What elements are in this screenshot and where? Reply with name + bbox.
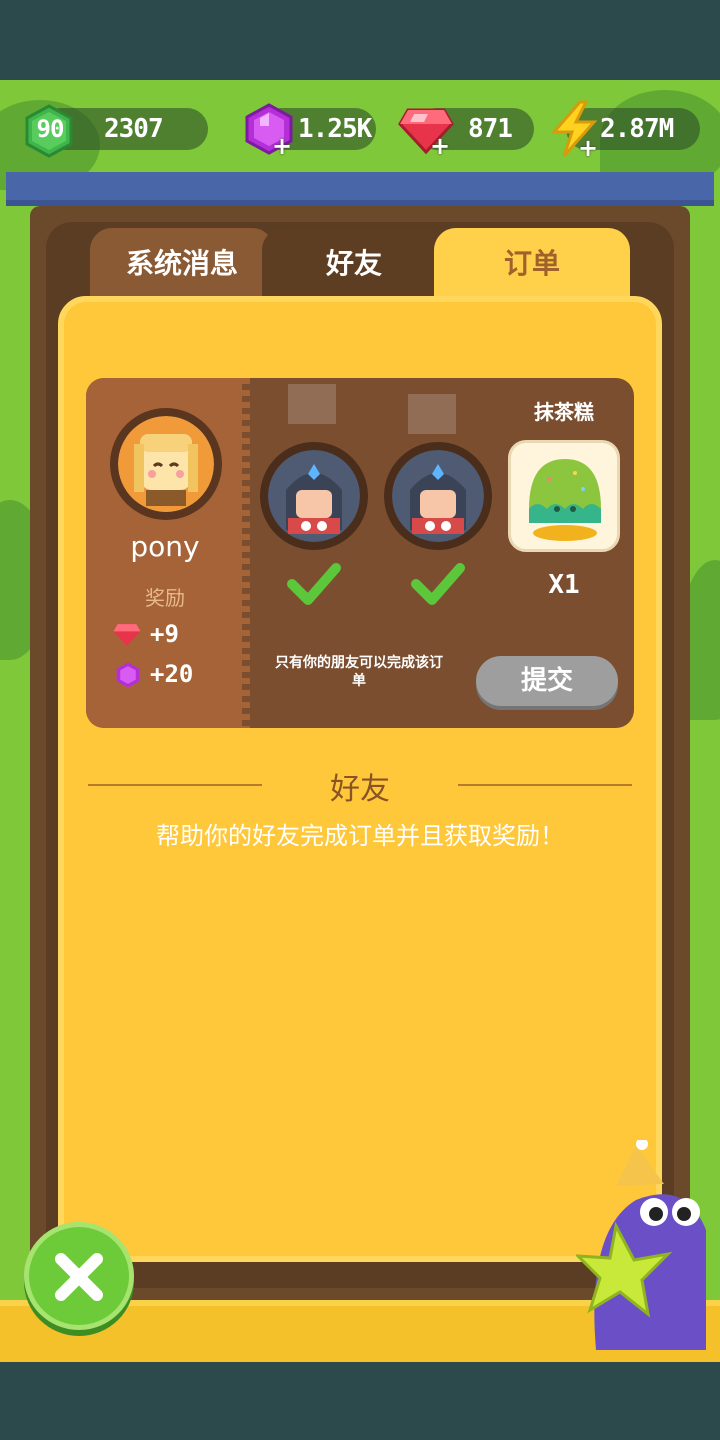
check-icon (287, 563, 341, 605)
requester-avatar-image (118, 416, 214, 512)
item-quantity: X1 (548, 570, 580, 600)
item-slot[interactable] (508, 440, 620, 552)
level-value: 90 (36, 115, 65, 143)
tab-friends[interactable]: 好友 (262, 228, 446, 300)
purple-gem-value: 1.25K (298, 114, 372, 144)
level-xp-counter: 90 2307 (22, 104, 208, 158)
helper-name-blurred (288, 384, 336, 424)
top-backdrop (0, 0, 720, 80)
add-purple-gem-icon[interactable]: + (272, 134, 292, 158)
tab-system-messages[interactable]: 系统消息 (90, 228, 274, 300)
reward-label: 奖励 (145, 586, 185, 610)
add-energy-icon[interactable]: + (578, 136, 598, 160)
red-gem-icon (113, 624, 141, 646)
knight-avatar-image (392, 450, 484, 542)
item-name: 抹茶糕 (534, 400, 594, 424)
purple-gem-counter[interactable]: + 1.25K (242, 103, 378, 158)
requester-avatar[interactable] (110, 408, 222, 520)
helper-avatar-2[interactable] (384, 442, 492, 550)
reward-red-value: +9 (150, 620, 179, 648)
check-icon (411, 563, 465, 605)
divider-right (458, 784, 632, 786)
energy-counter[interactable]: + 2.87M (548, 100, 702, 160)
close-button[interactable] (24, 1222, 134, 1330)
close-icon (55, 1253, 103, 1301)
helper-name-blurred (408, 394, 456, 434)
knight-avatar-image (268, 450, 360, 542)
perforation (242, 378, 250, 728)
matcha-cake-icon (529, 459, 601, 541)
requester-name: pony (130, 530, 200, 563)
add-red-gem-icon[interactable]: + (430, 134, 450, 158)
energy-value: 2.87M (600, 114, 674, 144)
divider-left (88, 784, 262, 786)
board-shelf (6, 172, 714, 206)
red-gem-counter[interactable]: + 871 (398, 106, 534, 158)
dino-mascot (576, 1140, 706, 1350)
bottom-backdrop (0, 1362, 720, 1440)
purple-gem-icon (116, 662, 140, 688)
reward-purple-value: +20 (150, 660, 194, 688)
friends-heading: 好友 (330, 772, 390, 807)
red-gem-value: 871 (468, 114, 513, 144)
order-notice: 只有你的朋友可以完成该订单 (275, 655, 443, 689)
helper-avatar-1[interactable] (260, 442, 368, 550)
tab-orders[interactable]: 订单 (434, 228, 630, 300)
xp-value: 2307 (104, 114, 164, 144)
friends-description: 帮助你的好友完成订单并且获取奖励！ (156, 822, 564, 850)
submit-button[interactable]: 提交 (476, 656, 618, 706)
